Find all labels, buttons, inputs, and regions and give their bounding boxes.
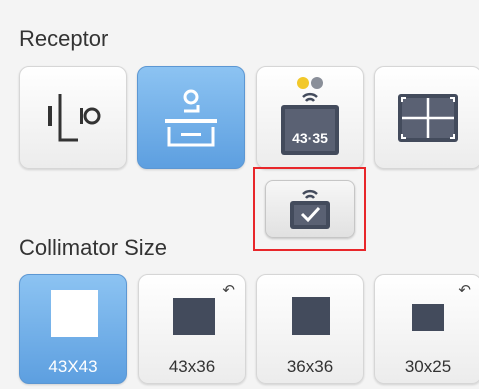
receptor-wall-stand-button[interactable] (19, 66, 127, 169)
collimator-size-30x25-button[interactable]: ↶ 30x25 (374, 274, 479, 384)
wireless-detector-icon (281, 76, 339, 155)
rotate-icon: ↶ (458, 282, 471, 299)
collimator-size-label: 43x36 (168, 357, 216, 376)
collimator-size-43x36-button[interactable]: ↶ 43x36 (138, 274, 246, 384)
rectangle-size-icon (173, 298, 215, 335)
collimator-size-label: 43X43 (48, 357, 98, 376)
collimator-size-label: 36x36 (286, 357, 334, 376)
receptor-wireless-detector-button[interactable]: 43·35 (256, 66, 364, 169)
receptor-full-detector-button[interactable] (374, 66, 479, 169)
rotate-icon: ↶ (222, 282, 235, 299)
receptor-table-button[interactable] (137, 66, 245, 169)
detector-grid-icon (398, 93, 458, 142)
receptor-title: Receptor (19, 26, 109, 51)
collimator-title: Collimator Size (19, 235, 167, 260)
wall-stand-icon (48, 93, 101, 141)
collimator-size-36x36-button[interactable]: 36x36 (256, 274, 364, 384)
table-receptor-icon (165, 89, 217, 146)
square-size-icon (51, 290, 98, 337)
highlight-box (253, 167, 366, 251)
detector-size-label: 43·35 (292, 130, 328, 146)
collimator-size-label: 30x25 (404, 357, 452, 376)
collimator-size-43x43-button[interactable]: 43X43 (19, 274, 127, 384)
square-size-icon (292, 297, 330, 335)
rectangle-size-icon (412, 304, 444, 331)
